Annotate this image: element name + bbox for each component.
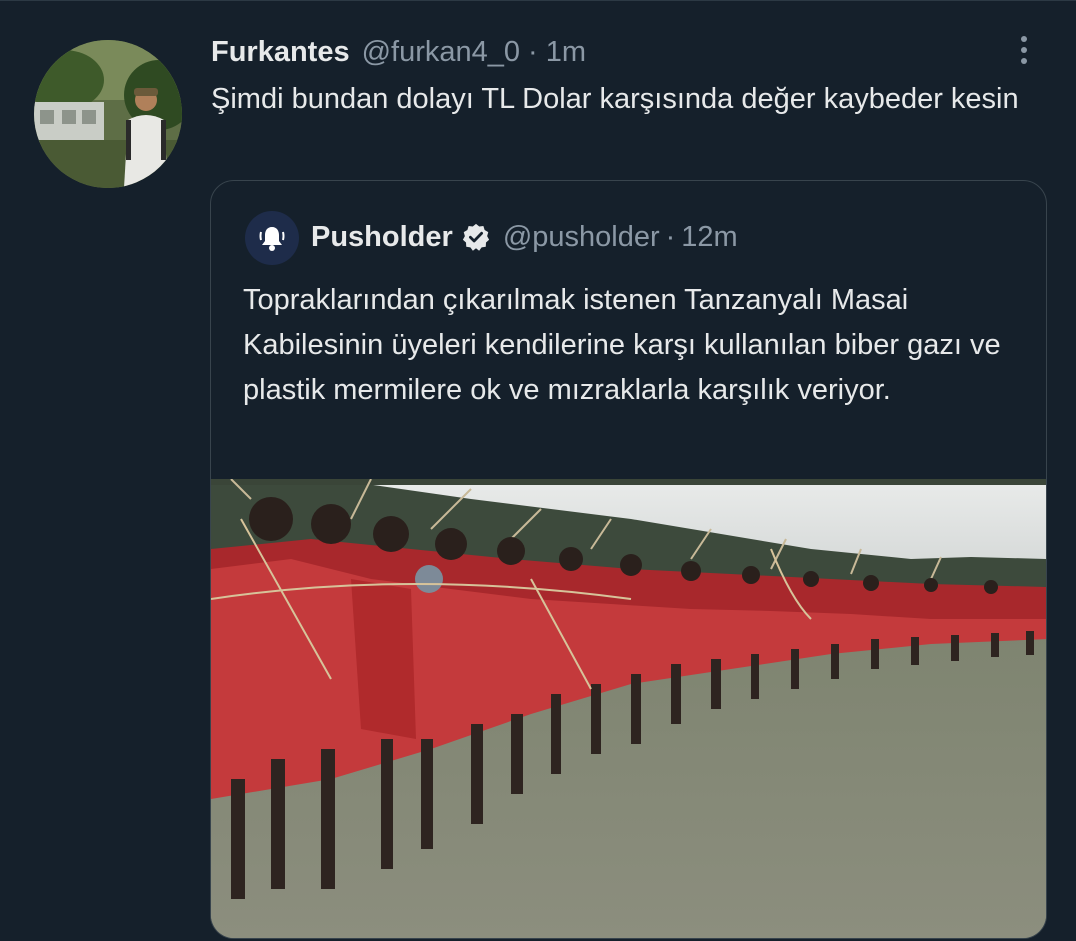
quoted-handle[interactable]: @pusholder	[503, 221, 660, 254]
user-handle[interactable]: @furkan4_0	[362, 36, 520, 69]
tweet[interactable]: Furkantes @furkan4_0 · 1m Şimdi bundan d…	[0, 0, 1076, 941]
avatar-photo	[34, 40, 182, 188]
separator: ·	[528, 35, 538, 68]
quoted-display-name[interactable]: Pusholder	[311, 221, 453, 254]
verified-badge-icon	[461, 222, 491, 252]
quoted-timestamp[interactable]: 12m	[681, 221, 737, 254]
quoted-media-photo[interactable]	[211, 479, 1046, 938]
display-name[interactable]: Furkantes	[211, 36, 350, 69]
more-options-icon[interactable]	[1008, 30, 1040, 70]
bell-icon	[259, 227, 285, 251]
quoted-tweet[interactable]: Pusholder @pusholder · 12m Topraklarında…	[210, 180, 1047, 939]
tweet-text: Şimdi bundan dolayı TL Dolar karşısında …	[211, 83, 1019, 115]
tweet-header: Furkantes @furkan4_0 · 1m	[211, 34, 586, 70]
user-avatar[interactable]	[34, 40, 182, 188]
quoted-avatar[interactable]	[245, 211, 299, 265]
timestamp[interactable]: 1m	[546, 36, 586, 69]
masai-archers-photo	[211, 479, 1046, 938]
quoted-separator: ·	[665, 220, 676, 253]
quoted-header: Pusholder @pusholder · 12m	[311, 218, 738, 256]
quoted-tweet-text: Topraklarından çıkarılmak istenen Tanzan…	[243, 284, 1001, 406]
